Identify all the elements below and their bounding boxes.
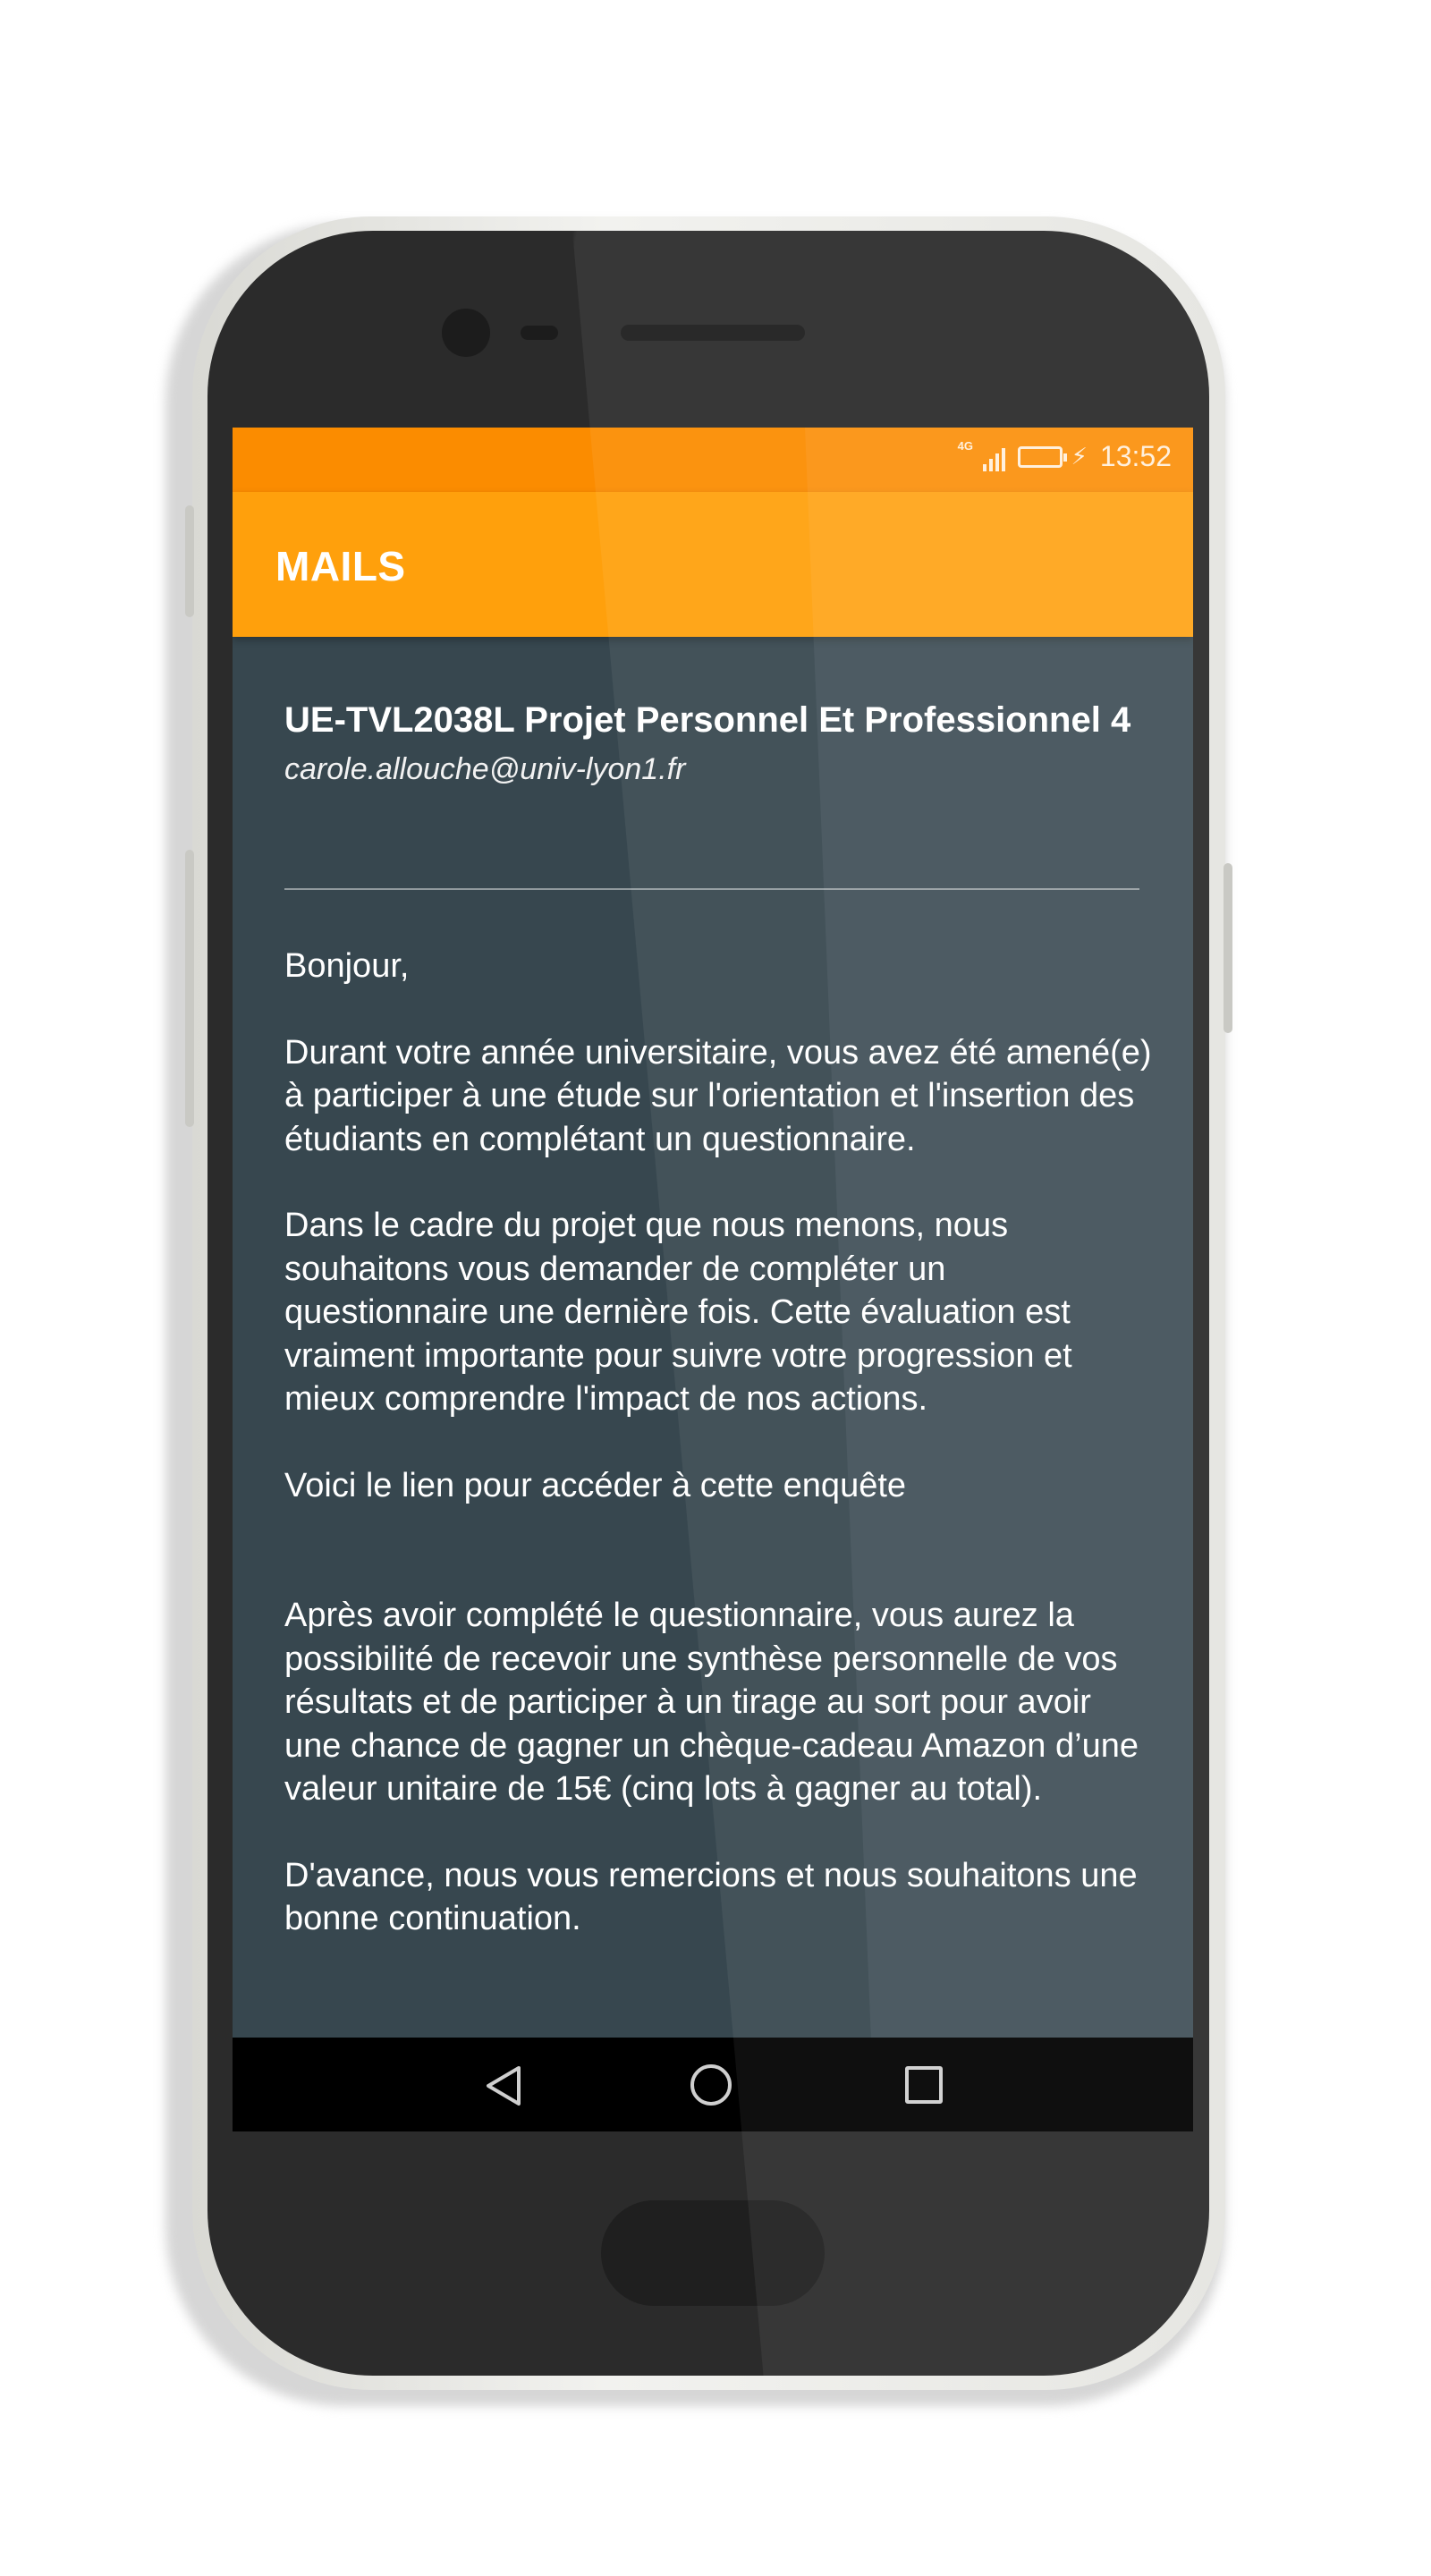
status-time: 13:52: [1099, 440, 1172, 472]
home-hardware-button[interactable]: [601, 2200, 825, 2306]
status-icons: 4G ⚡ 13:52: [958, 439, 1172, 473]
home-icon[interactable]: [690, 2064, 732, 2106]
side-button-left: [185, 850, 194, 1127]
mail-paragraph: Après avoir complété le questionnaire, v…: [284, 1597, 1139, 1808]
mail-body: Bonjour, Durant votre année universitair…: [284, 945, 1152, 1984]
app-bar: MAILS: [233, 492, 1193, 637]
earpiece-speaker: [621, 325, 805, 341]
battery-icon: [1017, 445, 1067, 468]
back-icon[interactable]: [483, 2064, 524, 2107]
mail-header: UE-TVL2038L Projet Personnel Et Professi…: [284, 696, 1143, 789]
mail-paragraph: D'avance, nous vous remercions et nous s…: [284, 1856, 1138, 1938]
app-title: MAILS: [275, 543, 406, 589]
mail-subject: UE-TVL2038L Projet Personnel Et Professi…: [284, 700, 1131, 740]
survey-link-text[interactable]: Voici le lien pour accéder à cette enquê…: [284, 1464, 1152, 1508]
network-type: 4G: [957, 438, 973, 453]
mail-paragraph: Durant votre année universitaire, vous a…: [284, 1033, 1152, 1158]
recent-apps-icon[interactable]: [905, 2066, 943, 2104]
power-button: [1224, 863, 1232, 1033]
header-divider: [284, 888, 1139, 890]
mail-paragraph: Bonjour,: [284, 947, 410, 985]
charging-icon: ⚡: [1071, 443, 1088, 470]
status-bar: 4G ⚡ 13:52: [233, 428, 1193, 492]
volume-button: [185, 505, 194, 617]
mail-sender[interactable]: carole.allouche@univ-lyon1.fr: [284, 750, 1143, 789]
signal-icon: 4G: [958, 439, 1005, 471]
screen: 4G ⚡ 13:52 MAILS UE-TVL2038L Projet Pers…: [233, 428, 1193, 2131]
proximity-sensor: [521, 326, 558, 340]
mail-paragraph: Dans le cadre du projet que nous menons,…: [284, 1207, 1072, 1418]
navigation-bar: [233, 2038, 1193, 2131]
front-camera: [442, 309, 490, 357]
